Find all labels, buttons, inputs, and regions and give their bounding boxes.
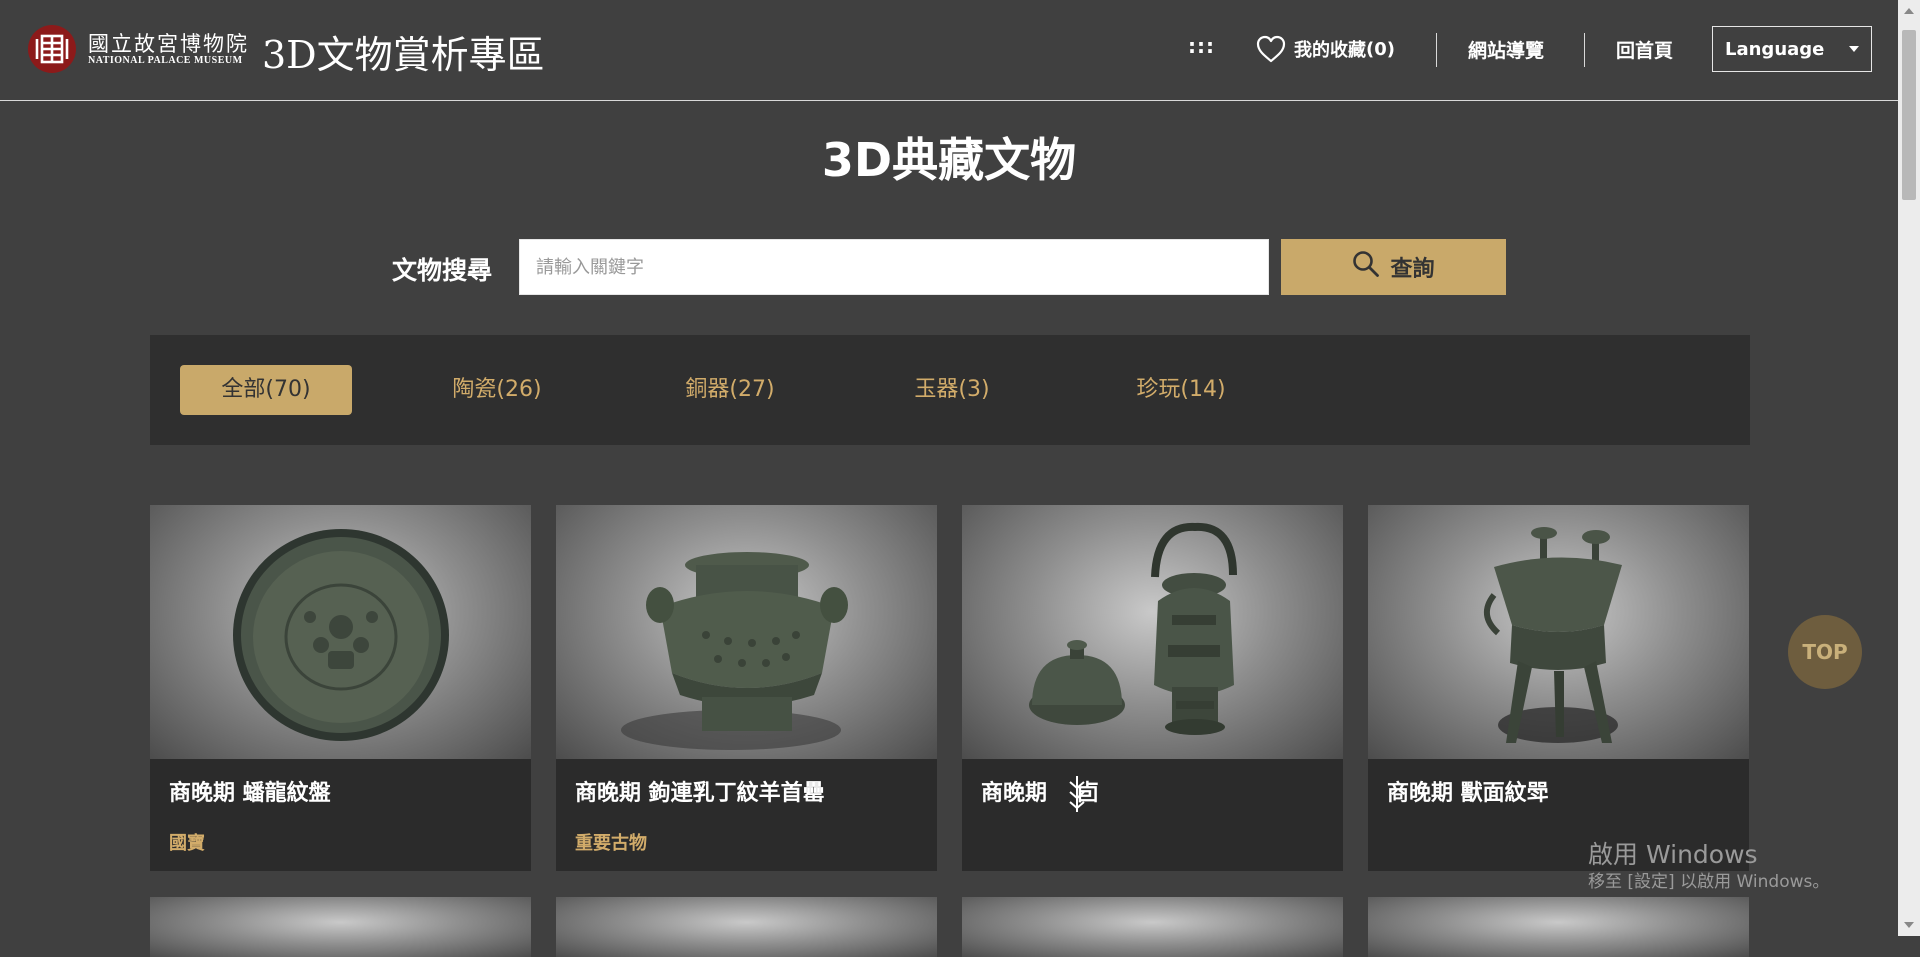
museum-logo-icon[interactable] [28, 25, 76, 73]
artifact-card[interactable]: 商晚期 卣 [962, 505, 1343, 871]
artifact-thumbnail[interactable] [556, 505, 937, 759]
filter-tab-curios[interactable]: 珍玩(14) [1106, 365, 1256, 415]
artifact-thumbnail[interactable] [962, 897, 1343, 957]
artifact-card[interactable]: 商晚期 獸面紋斝 [1368, 505, 1749, 871]
filter-tab-bronzes[interactable]: 銅器(27) [655, 365, 805, 415]
bronze-you-vessel-icon [1029, 522, 1237, 735]
logo-text-en[interactable]: NATIONAL PALACE MUSEUM [88, 55, 243, 66]
artifact-thumbnail[interactable] [556, 897, 937, 957]
bronze-lei-vessel-icon [621, 552, 848, 750]
artifact-thumbnail[interactable] [962, 505, 1343, 759]
nav-divider [1436, 33, 1437, 67]
artifact-grade-tag: 重要古物 [575, 833, 647, 854]
bronze-jia-vessel-icon [1484, 527, 1622, 743]
nav-divider [1584, 33, 1585, 67]
heart-icon [1256, 35, 1286, 63]
language-select[interactable]: Language [1712, 26, 1872, 72]
windows-activation-title: 啟用 Windows [1588, 840, 1758, 869]
artifact-card[interactable] [556, 897, 937, 957]
favorites-count: (0) [1366, 38, 1395, 60]
search-icon [1352, 250, 1380, 284]
page-title: 3D典藏文物 [821, 133, 1077, 187]
scroll-up-arrow-icon[interactable] [1904, 8, 1914, 14]
category-filter-bar: 全部(70) 陶瓷(26) 銅器(27) 玉器(3) 珍玩(14) [150, 335, 1750, 445]
favorites-label: 我的收藏 [1294, 40, 1366, 61]
menu-grid-button[interactable]: ::: [1188, 34, 1215, 58]
artifact-thumbnail[interactable] [1368, 505, 1749, 759]
artifact-thumbnail[interactable] [150, 505, 531, 759]
filter-tab-ceramics[interactable]: 陶瓷(26) [422, 365, 572, 415]
filter-tab-all[interactable]: 全部(70) [180, 365, 352, 415]
bronze-plate-icon [233, 529, 449, 741]
artifact-grade-tag: 國寶 [169, 833, 205, 854]
artifact-card[interactable]: 商晚期 蟠龍紋盤 國寶 [150, 505, 531, 871]
home-link[interactable]: 回首頁 [1616, 36, 1673, 63]
artifact-title[interactable]: 商晚期 蟠龍紋盤 [169, 775, 331, 807]
artifact-title[interactable]: 商晚期 鉤連乳丁紋羊首罍 [575, 775, 825, 807]
search-button-label: 查詢 [1390, 257, 1435, 282]
back-to-top-button[interactable]: TOP [1788, 615, 1862, 689]
artifact-card[interactable] [150, 897, 531, 957]
site-header: 國立故宮博物院 NATIONAL PALACE MUSEUM 3D文物賞析專區 … [0, 0, 1898, 101]
rare-glyph-icon [1066, 774, 1088, 818]
artifact-card[interactable] [962, 897, 1343, 957]
scroll-down-arrow-icon[interactable] [1904, 922, 1914, 928]
windows-activation-subtitle: 移至 [設定] 以啟用 Windows。 [1588, 872, 1830, 892]
search-input[interactable] [519, 239, 1269, 295]
site-title[interactable]: 3D文物賞析專區 [262, 24, 545, 79]
artifact-title[interactable]: 商晚期 獸面紋斝 [1387, 775, 1549, 807]
artifact-card[interactable] [1368, 897, 1749, 957]
search-label: 文物搜尋 [392, 256, 493, 285]
site-guide-link[interactable]: 網站導覽 [1468, 36, 1544, 63]
filter-tab-jades[interactable]: 玉器(3) [882, 365, 1022, 415]
chevron-down-icon [1849, 46, 1859, 52]
scrollbar-thumb[interactable] [1902, 30, 1916, 200]
favorites-link[interactable]: 我的收藏 (0) [1256, 33, 1395, 65]
artifact-thumbnail[interactable] [150, 897, 531, 957]
language-select-value: Language [1725, 38, 1825, 60]
artifact-card[interactable]: 商晚期 鉤連乳丁紋羊首罍 重要古物 [556, 505, 937, 871]
logo-text-cn[interactable]: 國立故宮博物院 [88, 28, 249, 58]
search-button[interactable]: 查詢 [1281, 239, 1506, 295]
artifact-thumbnail[interactable] [1368, 897, 1749, 957]
